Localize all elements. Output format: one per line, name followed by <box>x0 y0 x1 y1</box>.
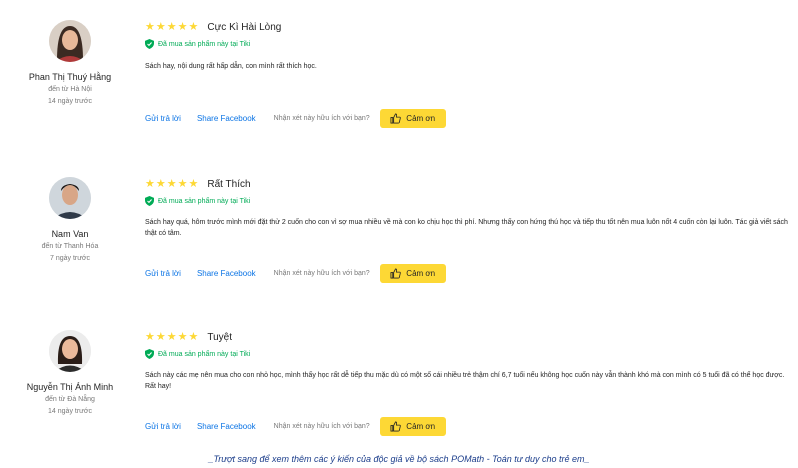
thumbs-up-icon <box>390 268 402 278</box>
avatar <box>49 330 91 372</box>
helpful-question: Nhận xét này hữu ích với bạn? <box>273 422 370 430</box>
rating-stars: ★ ★ ★ ★ ★ <box>145 20 199 33</box>
reviewer-info: Nam Van đến từ Thanh Hóa 7 ngày trước <box>0 177 140 262</box>
review-title: Tuyệt <box>207 331 233 343</box>
thanks-label: Cảm ơn <box>406 113 436 123</box>
reviewer-name: Nguyễn Thị Ánh Minh <box>26 382 114 392</box>
review-body: Sách hay quá, hôm trước mình mới đặt thử… <box>145 219 788 237</box>
star-icon: ★ <box>155 20 166 33</box>
reply-link[interactable]: Gửi trả lời <box>145 114 181 123</box>
rating-stars: ★ ★ ★ ★ ★ <box>145 330 199 343</box>
star-icon: ★ <box>188 20 199 33</box>
review-actions: Gửi trả lời Share Facebook Nhận xét này … <box>145 108 446 128</box>
star-icon: ★ <box>188 177 199 190</box>
star-icon: ★ <box>145 20 155 33</box>
thumbs-up-icon <box>390 421 402 431</box>
star-icon: ★ <box>145 177 155 190</box>
star-icon: ★ <box>177 177 188 190</box>
star-icon: ★ <box>166 330 177 343</box>
review-actions: Gửi trả lời Share Facebook Nhận xét này … <box>145 416 446 436</box>
review-actions: Gửi trả lời Share Facebook Nhận xét này … <box>145 263 446 283</box>
star-icon: ★ <box>166 177 177 190</box>
rating-stars: ★ ★ ★ ★ ★ <box>145 177 199 190</box>
share-facebook-link[interactable]: Share Facebook <box>197 269 256 278</box>
star-icon: ★ <box>145 330 155 343</box>
reviewer-location: đến từ Đà Nẵng <box>45 396 95 403</box>
review-title: Rất Thích <box>207 178 251 190</box>
star-icon: ★ <box>155 330 166 343</box>
verified-shield-icon <box>145 39 154 49</box>
verified-text: Đã mua sản phẩm này tại Tiki <box>158 197 251 205</box>
verified-purchase: Đã mua sản phẩm này tại Tiki <box>145 348 795 360</box>
verified-purchase: Đã mua sản phẩm này tại Tiki <box>145 195 795 207</box>
review-title: Cực Kì Hài Lòng <box>207 21 282 33</box>
verified-text: Đã mua sản phẩm này tại Tiki <box>158 40 251 48</box>
helpful-question: Nhận xét này hữu ích với bạn? <box>273 114 370 122</box>
reviewer-name: Phan Thị Thuý Hằng <box>28 72 112 82</box>
thanks-button[interactable]: Cảm ơn <box>379 263 446 283</box>
review-content: ★ ★ ★ ★ ★ Rất Thích Đã mua sản phẩm này tại … <box>145 177 795 283</box>
verified-text: Đã mua sản phẩm này tại Tiki <box>158 350 251 358</box>
thanks-label: Cảm ơn <box>406 268 436 278</box>
star-icon: ★ <box>177 330 188 343</box>
star-icon: ★ <box>188 330 199 343</box>
review-body: Sách này các mẹ nên mua cho con nhỏ học,… <box>145 372 785 390</box>
review-time: 7 ngày trước <box>49 255 90 262</box>
thanks-label: Cảm ơn <box>406 421 436 431</box>
thanks-button[interactable]: Cảm ơn <box>379 108 446 128</box>
share-facebook-link[interactable]: Share Facebook <box>197 114 256 123</box>
thumbs-up-icon <box>390 113 402 123</box>
avatar <box>49 177 91 219</box>
reviewer-info: Phan Thị Thuý Hằng đến từ Hà Nội 14 ngày… <box>0 20 140 105</box>
reviewer-location: đến từ Hà Nội <box>48 86 92 93</box>
swipe-hint: _Trượt sang để xem thêm các ý kiến của đ… <box>208 454 590 464</box>
avatar <box>49 20 91 62</box>
star-icon: ★ <box>177 20 188 33</box>
thanks-button[interactable]: Cảm ơn <box>379 416 446 436</box>
review-time: 14 ngày trước <box>48 98 92 105</box>
review-time: 14 ngày trước <box>48 408 92 415</box>
share-facebook-link[interactable]: Share Facebook <box>197 422 256 431</box>
helpful-question: Nhận xét này hữu ích với bạn? <box>273 269 370 277</box>
star-icon: ★ <box>155 177 166 190</box>
review-body: Sách hay, nội dung rất hấp dẫn, con mình… <box>145 63 317 70</box>
star-icon: ★ <box>166 20 177 33</box>
verified-shield-icon <box>145 349 154 359</box>
reply-link[interactable]: Gửi trả lời <box>145 422 181 431</box>
reviewer-location: đến từ Thanh Hóa <box>41 243 99 250</box>
review-content: ★ ★ ★ ★ ★ Cực Kì Hài Lòng Đã mua sản phẩm nà… <box>145 20 795 128</box>
review-content: ★ ★ ★ ★ ★ Tuyệt Đã mua sản phẩm này tại Tiki… <box>145 330 795 436</box>
reviewer-name: Nam Van <box>51 229 89 239</box>
verified-purchase: Đã mua sản phẩm này tại Tiki <box>145 38 795 50</box>
reviewer-info: Nguyễn Thị Ánh Minh đến từ Đà Nẵng 14 ng… <box>0 330 140 415</box>
verified-shield-icon <box>145 196 154 206</box>
reply-link[interactable]: Gửi trả lời <box>145 269 181 278</box>
